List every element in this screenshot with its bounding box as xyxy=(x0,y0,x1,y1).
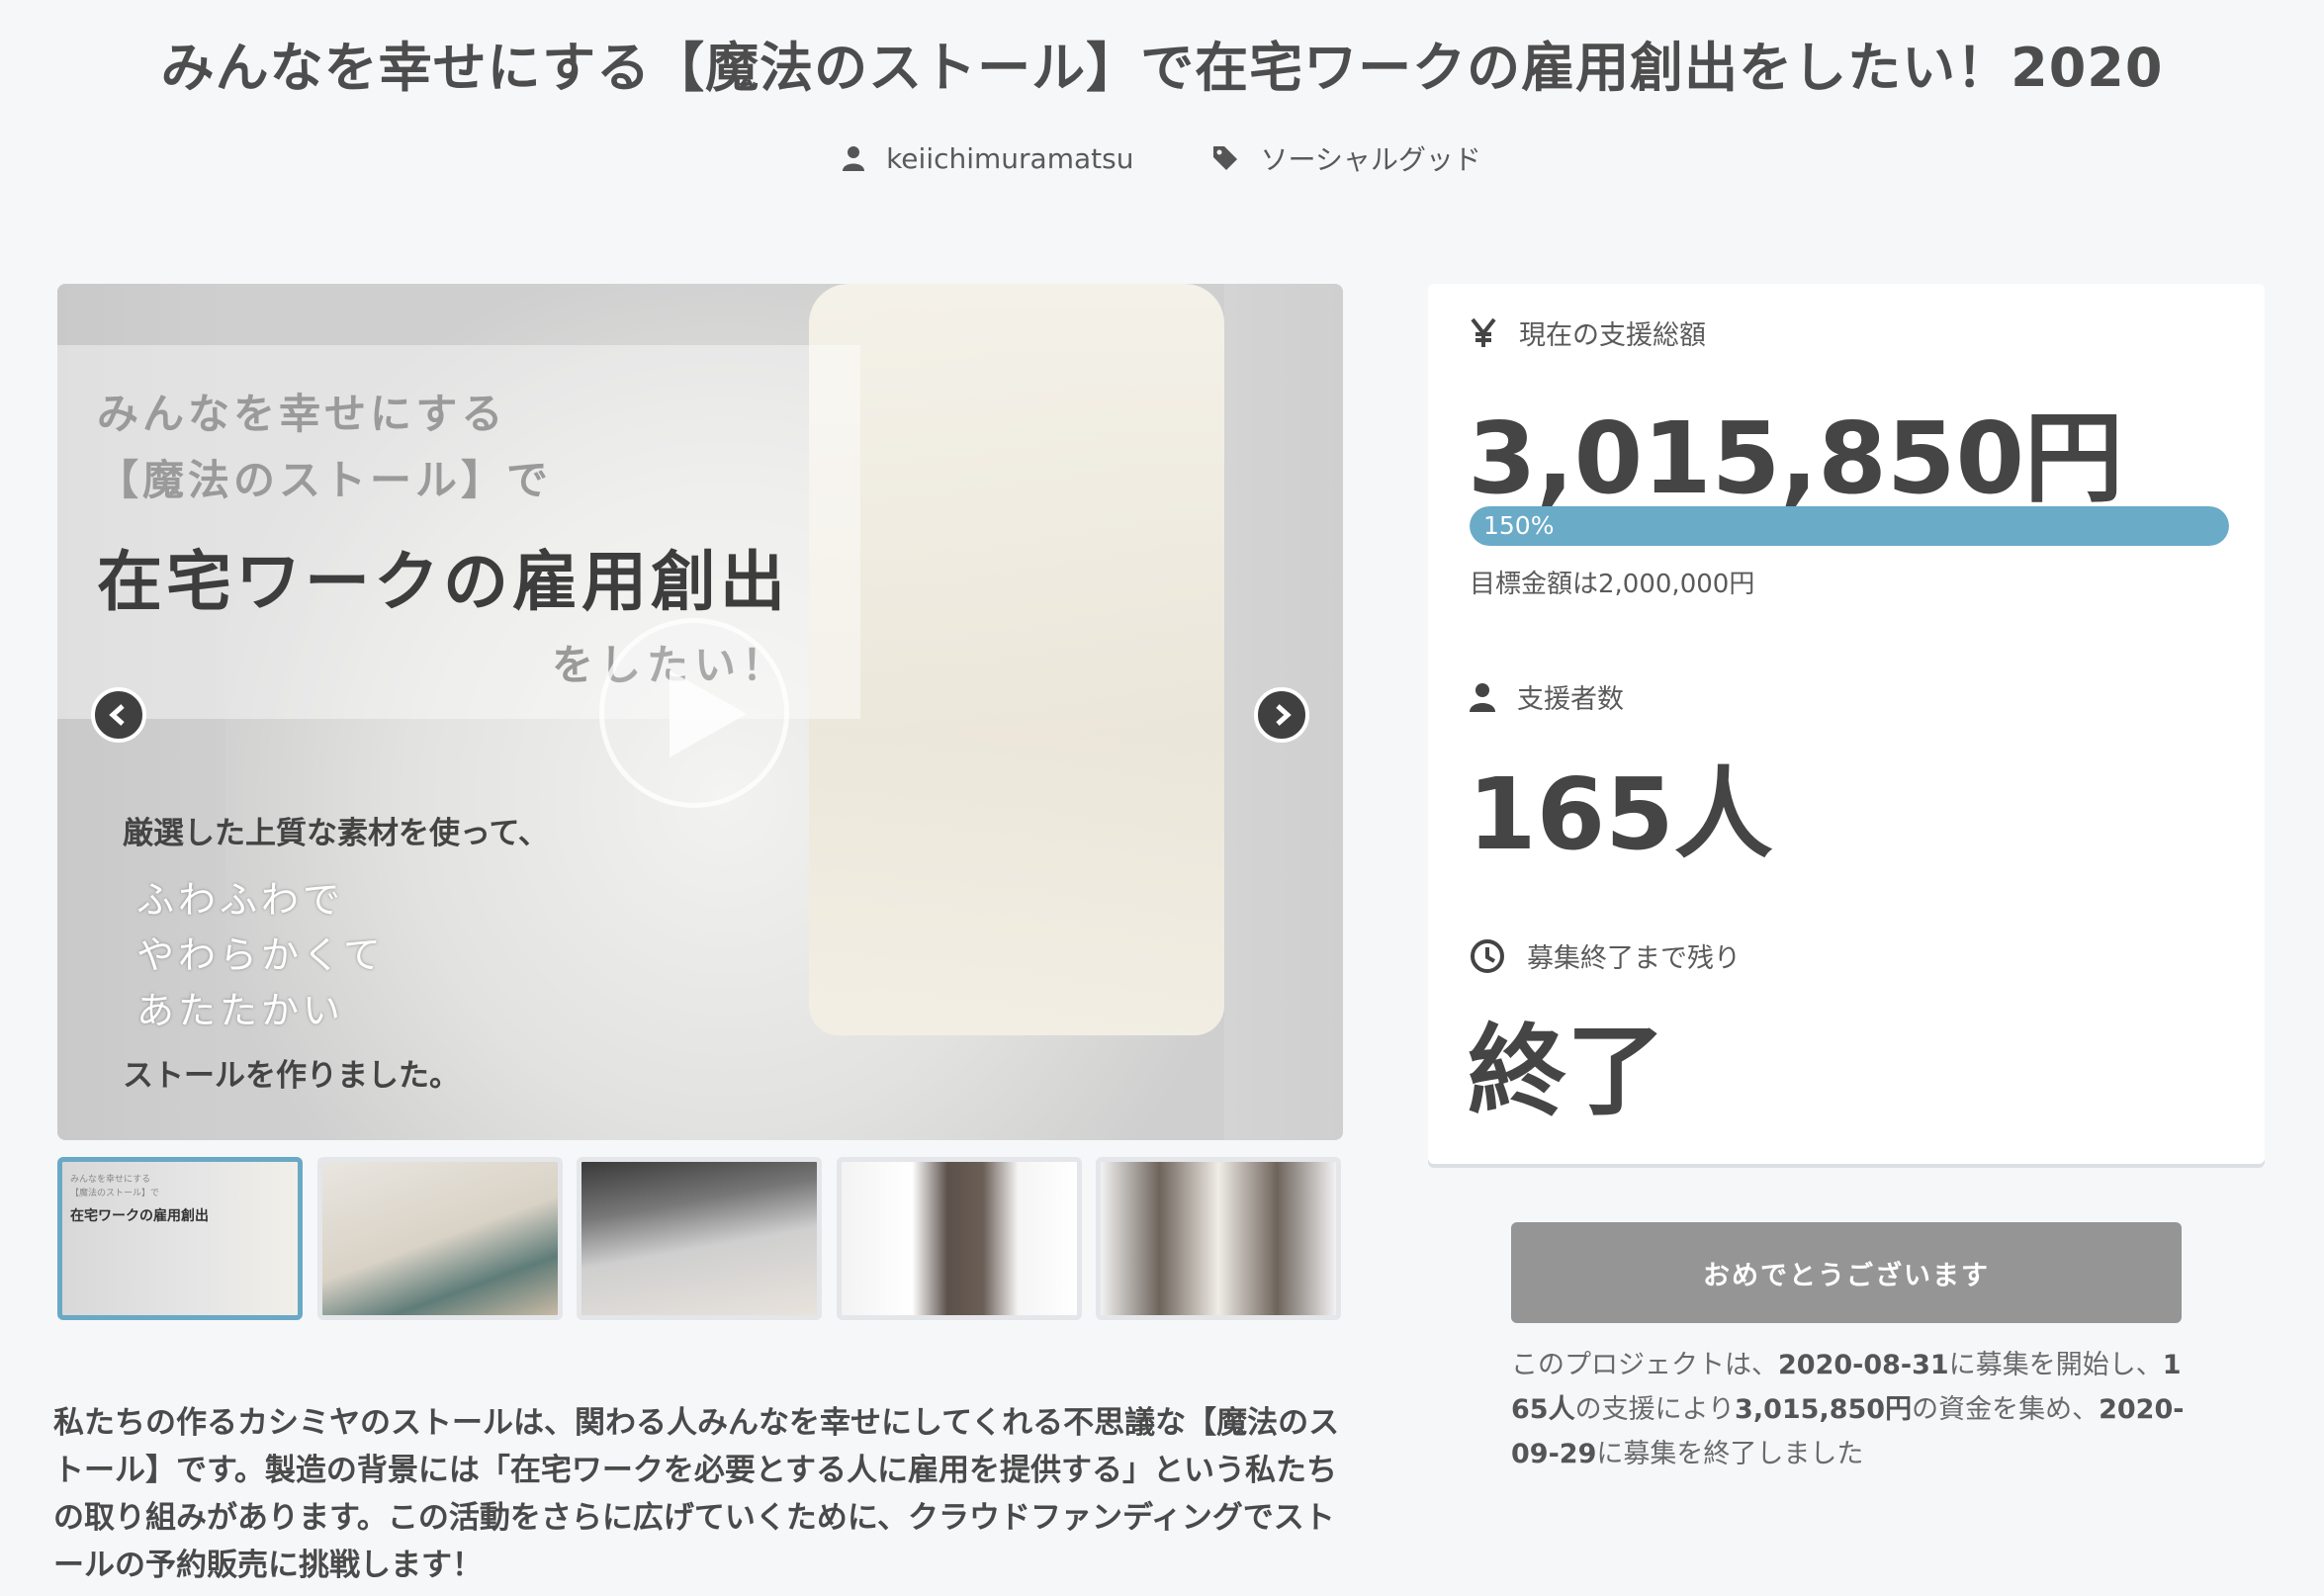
chevron-left-icon xyxy=(109,704,125,726)
thumbnail-text-line2: 【魔法のストール】で xyxy=(70,1189,160,1198)
author-meta[interactable]: keiichimuramatsu xyxy=(843,138,1133,178)
funding-amount: 3,015,850円 xyxy=(1468,400,2124,516)
clock-icon xyxy=(1471,938,1504,973)
category-link[interactable]: ソーシャルグッド xyxy=(1260,138,1480,178)
funding-label-row: 現在の支援総額 xyxy=(1470,313,1706,352)
backers-label-row: 支援者数 xyxy=(1470,677,1624,716)
tag-icon xyxy=(1213,146,1238,170)
backers-label: 支援者数 xyxy=(1517,684,1624,715)
goal-text: 目標金額は2,000,000円 xyxy=(1470,570,1755,599)
summary-start-date: 2020-08-31 xyxy=(1778,1350,1949,1380)
chevron-right-icon xyxy=(1276,704,1292,726)
yen-icon xyxy=(1471,317,1496,347)
hero-text-line3: やわらかくて xyxy=(136,933,385,977)
thumbnail-4[interactable] xyxy=(837,1157,1082,1320)
hero-overlay-line2: 【魔法のストール】で xyxy=(97,456,553,504)
author-link[interactable]: keiichimuramatsu xyxy=(886,142,1133,175)
play-video-button[interactable] xyxy=(599,618,789,808)
congratulations-button[interactable]: おめでとうございます xyxy=(1511,1222,2182,1323)
page-title: みんなを幸せにする【魔法のストール】で在宅ワークの雇用創出をしたい！2020 xyxy=(160,37,2164,99)
summary-text-4: の資金を集め、 xyxy=(1912,1394,2100,1425)
summary-text-1: このプロジェクトは、 xyxy=(1511,1350,1778,1380)
project-description: 私たちの作るカシミヤのストールは、関わる人みんなを幸せにしてくれる不思議な【魔法… xyxy=(53,1405,1340,1583)
thumbnail-text-line1: みんなを幸せにする xyxy=(70,1175,151,1185)
remaining-label: 募集終了まで残り xyxy=(1527,943,1741,974)
slider-prev-button[interactable] xyxy=(91,687,146,743)
summary-amount: 3,015,850円 xyxy=(1735,1394,1913,1425)
project-summary: このプロジェクトは、2020-08-31に募集を開始し、165人の支援により3,… xyxy=(1511,1343,2193,1476)
play-icon xyxy=(670,670,747,757)
summary-text-2: に募集を開始し、 xyxy=(1948,1350,2163,1380)
thumbnail-2[interactable] xyxy=(317,1157,563,1320)
slider-next-button[interactable] xyxy=(1254,687,1309,743)
summary-text-5: に募集を終了しました xyxy=(1596,1439,1864,1469)
hero-overlay-line3: 在宅ワークの雇用創出 xyxy=(97,544,789,620)
user-icon xyxy=(843,146,865,171)
thumbnail-strip: みんなを幸せにする 【魔法のストール】で 在宅ワークの雇用創出 xyxy=(57,1157,1343,1320)
summary-text-3: の支援により xyxy=(1574,1394,1736,1425)
thumbnail-3[interactable] xyxy=(577,1157,822,1320)
hero-text-line1: 厳選した上質な素材を使って、 xyxy=(123,816,549,851)
hero-text-line2: ふわふわで xyxy=(136,878,345,922)
stats-card: 現在の支援総額 3,015,850円 150% 目標金額は2,000,000円 … xyxy=(1428,284,2265,1164)
thumbnail-5[interactable] xyxy=(1096,1157,1341,1320)
hero-text-line4: あたたかい xyxy=(136,989,345,1032)
remaining-label-row: 募集終了まで残り xyxy=(1470,936,1741,975)
funding-progress-bar: 150% xyxy=(1470,506,2229,546)
thumbnail-text-line3: 在宅ワークの雇用創出 xyxy=(70,1208,209,1224)
funding-label: 現在の支援総額 xyxy=(1519,320,1706,351)
remaining-value: 終了 xyxy=(1468,1014,1665,1129)
progress-fill: 150% xyxy=(1470,506,2229,546)
user-icon xyxy=(1470,682,1495,712)
hero-overlay-line1: みんなを幸せにする xyxy=(97,390,507,438)
backers-count: 165人 xyxy=(1468,756,1773,872)
thumbnail-1[interactable]: みんなを幸せにする 【魔法のストール】で 在宅ワークの雇用創出 xyxy=(57,1157,303,1320)
hero-slider[interactable]: みんなを幸せにする 【魔法のストール】で 在宅ワークの雇用創出 をしたい！ 厳選… xyxy=(57,284,1343,1140)
hero-text-line5: ストールを作りました。 xyxy=(123,1058,460,1094)
category-meta[interactable]: ソーシャルグッド xyxy=(1212,138,1481,178)
project-meta: keiichimuramatsu ソーシャルグッド xyxy=(0,138,2324,178)
hero-scarf-image xyxy=(809,284,1224,1035)
